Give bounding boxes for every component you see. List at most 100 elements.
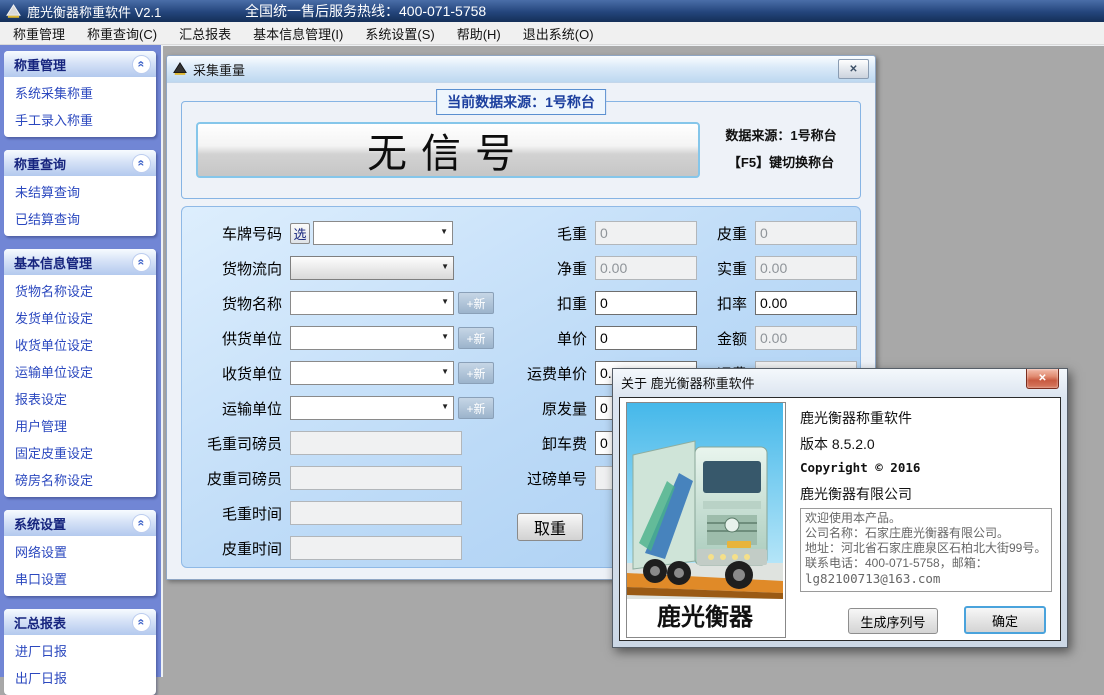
tare-weight-input [755,221,857,245]
unit-price-input[interactable] [595,326,697,350]
deduct-weight-input[interactable] [595,291,697,315]
transport-new-button[interactable]: +新 [458,397,494,419]
form-row-amount: 金额 [692,326,857,350]
collapse-icon[interactable]: « [132,253,151,272]
sidebar-panel-basic-info: 基本信息管理 « 货物名称设定 发货单位设定 收货单位设定 运输单位设定 报表设… [4,249,156,497]
sidebar-item-fixed-tare[interactable]: 固定皮重设定 [4,439,156,466]
close-icon[interactable]: ✕ [838,59,869,79]
vehicle-select-button[interactable]: 选 [290,223,310,244]
source-info-line2: 【F5】键切换称台 [706,149,856,176]
generate-serial-button[interactable]: 生成序列号 [848,608,938,634]
sidebar-item-goods-name[interactable]: 货物名称设定 [4,277,156,304]
sidebar-header-basic-info[interactable]: 基本信息管理 « [4,249,156,275]
app-titlebar[interactable]: 鹿光衡器称重软件 V2.1 全国统一售后服务热线：400-071-5758 [0,0,1104,22]
sidebar-header-summary-report[interactable]: 汇总报表 « [4,609,156,635]
sidebar-item-serial-port[interactable]: 串口设置 [4,565,156,592]
menu-system-settings[interactable]: 系统设置(S) [354,21,445,46]
sidebar-header-weighing-manage[interactable]: 称重管理 « [4,51,156,77]
sidebar-panel-system-settings: 系统设置 « 网络设置 串口设置 [4,510,156,596]
tare-weight-label: 皮重 [692,223,747,244]
sidebar-item-user-manage[interactable]: 用户管理 [4,412,156,439]
deduct-rate-label: 扣率 [692,293,747,314]
form-row-flow: 货物流向 ▼ [182,256,454,280]
collapse-icon[interactable]: « [132,154,151,173]
sidebar-item-shipper[interactable]: 发货单位设定 [4,304,156,331]
sidebar-header-label: 基本信息管理 [14,253,92,272]
collapse-icon[interactable]: « [132,55,151,74]
deduct-rate-input[interactable] [755,291,857,315]
capture-window-title: 采集重量 [193,60,245,79]
form-row-receiver: 收货单位 ▼ +新 [182,361,494,385]
sidebar-header-system-settings[interactable]: 系统设置 « [4,510,156,536]
sidebar-item-report-config[interactable]: 报表设定 [4,385,156,412]
receiver-combobox[interactable]: ▼ [290,361,454,385]
supplier-combobox[interactable]: ▼ [290,326,454,350]
sidebar-panel-weighing-query: 称重查询 « 未结算查询 已结算查询 [4,150,156,236]
menu-help[interactable]: 帮助(H) [446,21,512,46]
chevron-down-icon: ▼ [441,297,449,306]
info-line: 公司名称：石家庄鹿光衡器有限公司。 [805,526,1047,541]
goods-name-combobox[interactable]: ▼ [290,291,454,315]
goods-flow-combobox[interactable]: ▼ [290,256,454,280]
collapse-icon[interactable]: « [132,514,151,533]
menu-summary-report[interactable]: 汇总报表 [168,21,242,46]
sidebar-panel-summary-report: 汇总报表 « 进厂日报 出厂日报 [4,609,156,695]
menu-weighing-manage[interactable]: 称重管理 [2,21,76,46]
receiver-label: 收货单位 [182,363,282,384]
form-row-supplier: 供货单位 ▼ +新 [182,326,494,350]
amount-label: 金额 [692,328,747,349]
sidebar-header-weighing-query[interactable]: 称重查询 « [4,150,156,176]
tare-operator-input [290,466,462,490]
sidebar-item-transport[interactable]: 运输单位设定 [4,358,156,385]
sidebar-item-inbound-daily[interactable]: 进厂日报 [4,637,156,664]
menu-basic-info[interactable]: 基本信息管理(I) [242,21,354,46]
supplier-label: 供货单位 [182,328,282,349]
form-row-deduct-rate: 扣率 [692,291,857,315]
amount-input [755,326,857,350]
sidebar-item-network[interactable]: 网络设置 [4,538,156,565]
gross-time-input [290,501,462,525]
source-info-line1: 数据来源：1号称台 [706,122,856,149]
sidebar-header-label: 汇总报表 [14,613,66,632]
tare-time-label: 皮重时间 [182,538,282,559]
panel-body: 货物名称设定 发货单位设定 收货单位设定 运输单位设定 报表设定 用户管理 固定… [4,275,156,497]
panel-body: 网络设置 串口设置 [4,536,156,596]
sidebar: 称重管理 « 系统采集称重 手工录入称重 称重查询 « 未结算查询 已结算查询 … [0,45,161,677]
chevron-down-icon: ▼ [441,367,449,376]
supplier-new-button[interactable]: +新 [458,327,494,349]
vehicle-number-combobox[interactable]: ▼ [313,221,453,245]
sidebar-header-label: 系统设置 [14,514,66,533]
freight-price-label: 运费单价 [502,363,587,384]
sidebar-item-outbound-daily[interactable]: 出厂日报 [4,664,156,691]
goods-flow-label: 货物流向 [182,258,282,279]
dialog-close-icon[interactable]: ✕ [1026,369,1059,389]
about-version: 版本 8.5.2.0 [800,434,875,454]
collapse-icon[interactable]: « [132,613,151,632]
menu-bar: 称重管理 称重查询(C) 汇总报表 基本信息管理(I) 系统设置(S) 帮助(H… [0,22,1104,45]
ok-button[interactable]: 确定 [964,606,1046,634]
sidebar-item-manual-entry[interactable]: 手工录入称重 [4,106,156,133]
receiver-new-button[interactable]: +新 [458,362,494,384]
sidebar-item-receiver[interactable]: 收货单位设定 [4,331,156,358]
capture-window-titlebar[interactable]: 采集重量 ✕ [167,56,875,83]
transport-combobox[interactable]: ▼ [290,396,454,420]
sidebar-item-scale-house[interactable]: 磅房名称设定 [4,466,156,493]
sidebar-item-unsettled-query[interactable]: 未结算查询 [4,178,156,205]
panel-body: 未结算查询 已结算查询 [4,176,156,236]
sidebar-header-label: 称重管理 [14,55,66,74]
menu-weighing-query[interactable]: 称重查询(C) [76,21,168,46]
signal-display: 无信号 [196,122,700,178]
sidebar-item-settled-query[interactable]: 已结算查询 [4,205,156,232]
about-dialog-titlebar[interactable]: 关于 鹿光衡器称重软件 [613,369,1067,395]
sidebar-item-system-capture[interactable]: 系统采集称重 [4,79,156,106]
goods-name-label: 货物名称 [182,293,282,314]
form-row-tare-operator: 皮重司磅员 [182,466,462,490]
gross-time-label: 毛重时间 [182,503,282,524]
tare-operator-label: 皮重司磅员 [182,468,282,489]
goods-name-new-button[interactable]: +新 [458,292,494,314]
take-weight-button[interactable]: 取重 [517,513,583,541]
chevron-down-icon: ▼ [441,332,449,341]
menu-exit[interactable]: 退出系统(O) [512,21,605,46]
form-row-unit-price: 单价 [502,326,697,350]
vehicle-number-label: 车牌号码 [182,223,282,244]
